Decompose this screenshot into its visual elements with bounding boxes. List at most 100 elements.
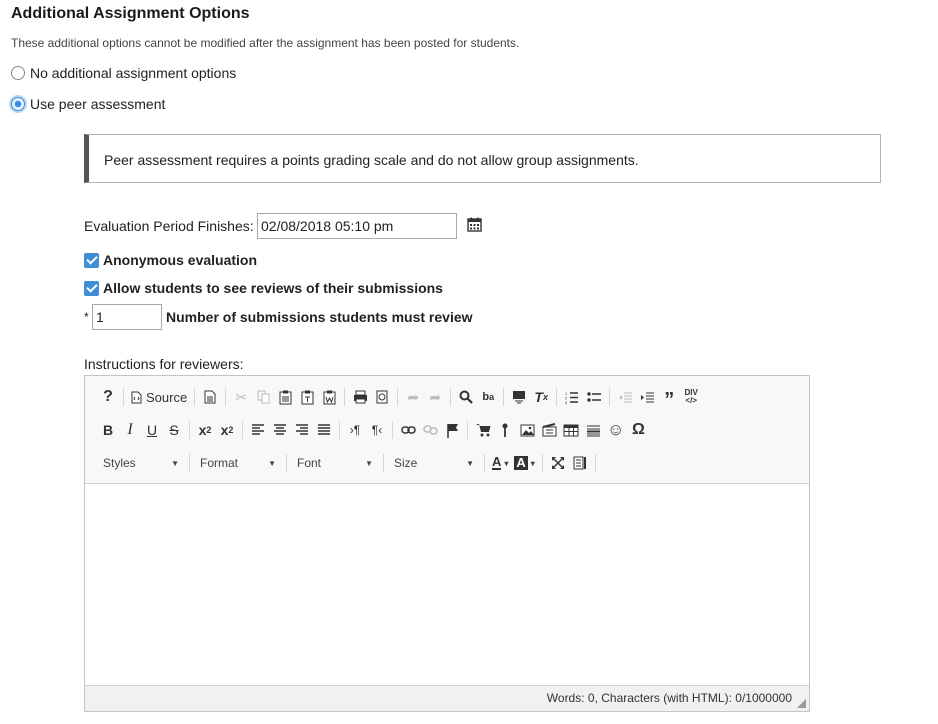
chevron-down-icon: ▼ xyxy=(466,458,474,468)
paste-word-icon[interactable] xyxy=(318,385,340,409)
div-container-icon[interactable]: DIV </> xyxy=(680,385,702,409)
paste-text-icon[interactable] xyxy=(296,385,318,409)
allow-reviews-label: Allow students to see reviews of their s… xyxy=(103,280,443,296)
toolbar-separator xyxy=(344,388,346,406)
allow-reviews-checkbox[interactable] xyxy=(84,280,99,296)
background-color-icon[interactable]: A ▾ xyxy=(511,451,537,475)
toolbar-separator xyxy=(123,388,124,406)
copy-icon[interactable] xyxy=(252,385,274,409)
chevron-down-icon: ▼ xyxy=(171,458,179,468)
table-icon[interactable] xyxy=(560,418,582,442)
paste-icon[interactable] xyxy=(274,385,296,409)
print-icon[interactable] xyxy=(349,385,371,409)
templates-icon[interactable] xyxy=(371,385,393,409)
align-center-icon[interactable] xyxy=(269,418,291,442)
smiley-icon[interactable]: ☺ xyxy=(604,418,627,442)
toolbar-separator xyxy=(392,421,393,439)
toolbar-row-3: Styles ▼ Format ▼ Font ▼ Size ▼ A ▾ A ▾ xyxy=(97,449,600,477)
rich-text-editor[interactable]: ? Source ✂ ➦ ➦ ba Tx 1 2 3 ” DIV </> B I… xyxy=(84,375,810,712)
toolbar-separator xyxy=(594,454,596,472)
styles-dropdown[interactable]: Styles ▼ xyxy=(97,452,185,474)
section-subtitle: These additional options cannot be modif… xyxy=(11,36,520,50)
video-icon[interactable] xyxy=(538,418,560,442)
toolbar-separator xyxy=(556,388,558,406)
help-icon[interactable]: ? xyxy=(97,385,119,409)
toolbar-separator xyxy=(541,454,543,472)
justify-icon[interactable] xyxy=(313,418,335,442)
editor-status-bar: Words: 0, Characters (with HTML): 0/1000… xyxy=(85,685,809,711)
horizontal-line-icon[interactable] xyxy=(582,418,604,442)
calendar-icon[interactable] xyxy=(467,217,482,237)
section-title: Additional Assignment Options xyxy=(11,5,250,22)
find-icon[interactable] xyxy=(455,385,477,409)
ltr-icon[interactable]: ›¶ xyxy=(344,418,366,442)
editor-content-area[interactable] xyxy=(85,484,809,684)
superscript-icon[interactable]: x2 xyxy=(216,418,238,442)
toolbar-separator xyxy=(194,388,196,406)
cut-icon[interactable]: ✂ xyxy=(230,385,252,409)
undo-icon[interactable]: ➦ xyxy=(402,385,424,409)
bold-icon[interactable]: B xyxy=(97,418,119,442)
show-blocks-icon[interactable] xyxy=(569,451,591,475)
peer-notice: Peer assessment requires a points gradin… xyxy=(84,134,881,183)
word-count: Words: 0, Characters (with HTML): 0/1000… xyxy=(546,691,792,705)
toolbar-row-1: ? Source ✂ ➦ ➦ ba Tx 1 2 3 ” DIV </> xyxy=(97,383,702,411)
format-dropdown[interactable]: Format ▼ xyxy=(194,452,282,474)
submissions-count-input[interactable] xyxy=(92,304,162,330)
indent-icon[interactable] xyxy=(636,385,658,409)
radio-peer[interactable] xyxy=(11,97,25,111)
italic-icon[interactable]: I xyxy=(119,418,141,442)
rtl-icon[interactable]: ¶‹ xyxy=(366,418,388,442)
allow-reviews-row[interactable]: Allow students to see reviews of their s… xyxy=(84,280,443,296)
maximize-icon[interactable] xyxy=(547,451,569,475)
submissions-label: Number of submissions students must revi… xyxy=(166,309,473,325)
toolbar-separator xyxy=(189,454,190,472)
font-dropdown[interactable]: Font ▼ xyxy=(291,452,379,474)
align-right-icon[interactable] xyxy=(291,418,313,442)
outdent-icon[interactable] xyxy=(614,385,636,409)
font-label: Font xyxy=(297,456,322,470)
cart-icon[interactable] xyxy=(472,418,494,442)
toolbar-separator xyxy=(484,454,485,472)
toolbar-separator xyxy=(609,388,611,406)
toolbar-separator xyxy=(503,388,505,406)
svg-text:3: 3 xyxy=(565,400,568,404)
instructions-label: Instructions for reviewers: xyxy=(84,356,244,372)
size-dropdown[interactable]: Size ▼ xyxy=(388,452,480,474)
source-label: Source xyxy=(146,389,188,405)
redo-icon[interactable]: ➦ xyxy=(424,385,446,409)
tag-icon[interactable] xyxy=(494,418,516,442)
radio-none[interactable] xyxy=(11,66,25,80)
unlink-icon[interactable] xyxy=(419,418,441,442)
resize-handle-icon[interactable] xyxy=(797,699,806,708)
special-char-icon[interactable]: Ω xyxy=(627,418,649,442)
replace-icon[interactable]: ba xyxy=(477,385,499,409)
select-all-icon[interactable] xyxy=(508,385,530,409)
numbered-list-icon[interactable]: 123 xyxy=(561,385,583,409)
underline-icon[interactable]: U xyxy=(141,418,163,442)
option-peer[interactable]: Use peer assessment xyxy=(11,96,165,112)
chevron-down-icon: ▼ xyxy=(268,458,276,468)
source-button[interactable]: Source xyxy=(128,385,190,409)
remove-format-icon[interactable]: Tx xyxy=(530,385,552,409)
strikethrough-icon[interactable]: S xyxy=(163,418,185,442)
link-icon[interactable] xyxy=(397,418,419,442)
anonymous-evaluation-row[interactable]: Anonymous evaluation xyxy=(84,252,257,268)
option-none[interactable]: No additional assignment options xyxy=(11,65,236,81)
evaluation-label: Evaluation Period Finishes: xyxy=(84,218,254,234)
blockquote-icon[interactable]: ” xyxy=(658,385,680,410)
toolbar-separator xyxy=(286,454,287,472)
text-color-icon[interactable]: A ▾ xyxy=(489,451,511,475)
toolbar-separator xyxy=(467,421,468,439)
peer-notice-text: Peer assessment requires a points gradin… xyxy=(104,152,639,168)
anchor-flag-icon[interactable] xyxy=(441,418,463,442)
subscript-icon[interactable]: x2 xyxy=(194,418,216,442)
toolbar-separator xyxy=(225,388,227,406)
bulleted-list-icon[interactable] xyxy=(583,385,605,409)
toolbar-separator xyxy=(339,421,340,439)
new-page-icon[interactable] xyxy=(199,385,221,409)
align-left-icon[interactable] xyxy=(247,418,269,442)
evaluation-date-input[interactable] xyxy=(257,213,457,239)
image-icon[interactable] xyxy=(516,418,538,442)
anonymous-checkbox[interactable] xyxy=(84,252,99,268)
